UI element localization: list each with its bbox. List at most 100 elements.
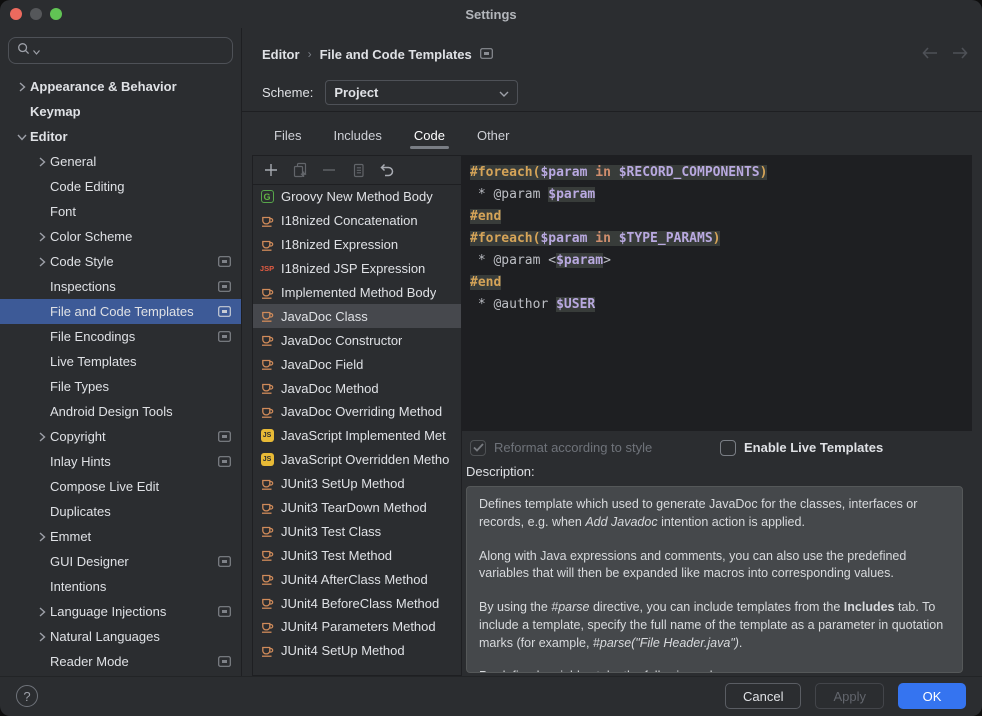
monitor-icon xyxy=(480,47,493,62)
template-item-label: JUnit3 TearDown Method xyxy=(281,500,427,515)
template-item-junit4-setup-method[interactable]: JUnit4 SetUp Method xyxy=(253,639,461,663)
code-line: #foreach($param in $RECORD_COMPONENTS) xyxy=(470,162,963,184)
java-class-icon xyxy=(259,381,275,395)
javascript-icon: JS xyxy=(259,429,275,442)
remove-icon[interactable] xyxy=(321,162,337,178)
groovy-icon: G xyxy=(259,190,275,203)
enable-live-templates-checkbox[interactable]: Enable Live Templates xyxy=(720,440,883,456)
tab-code[interactable]: Code xyxy=(402,120,457,153)
scheme-value: Project xyxy=(334,85,499,100)
reset-icon[interactable] xyxy=(379,162,395,178)
sidebar-item-code-editing[interactable]: Code Editing xyxy=(0,174,241,199)
sidebar-item-label: Emmet xyxy=(50,529,231,544)
template-item-junit4-afterclass-method[interactable]: JUnit4 AfterClass Method xyxy=(253,567,461,591)
sidebar-item-emmet[interactable]: Emmet xyxy=(0,524,241,549)
sidebar-item-duplicates[interactable]: Duplicates xyxy=(0,499,241,524)
sidebar-item-natural-languages[interactable]: Natural Languages xyxy=(0,624,241,649)
template-item-junit3-teardown-method[interactable]: JUnit3 TearDown Method xyxy=(253,496,461,520)
template-item-javascript-implemented-met[interactable]: JSJavaScript Implemented Met xyxy=(253,424,461,448)
chevron-right-icon[interactable] xyxy=(14,82,30,92)
sidebar-item-intentions[interactable]: Intentions xyxy=(0,574,241,599)
sidebar-item-file-and-code-templates[interactable]: File and Code Templates xyxy=(0,299,241,324)
sidebar-item-inlay-hints[interactable]: Inlay Hints xyxy=(0,449,241,474)
chevron-down-icon[interactable] xyxy=(14,133,30,141)
back-icon[interactable] xyxy=(922,47,938,62)
footer-bar: ? CancelApplyOK xyxy=(0,676,982,715)
java-class-icon xyxy=(259,405,275,419)
sidebar-item-color-scheme[interactable]: Color Scheme xyxy=(0,224,241,249)
template-item-label: JUnit3 Test Class xyxy=(281,524,381,539)
template-item-junit3-setup-method[interactable]: JUnit3 SetUp Method xyxy=(253,472,461,496)
sidebar-item-android-design-tools[interactable]: Android Design Tools xyxy=(0,399,241,424)
ok-button[interactable]: OK xyxy=(898,683,966,709)
sidebar-item-inspections[interactable]: Inspections xyxy=(0,274,241,299)
scheme-select[interactable]: Project xyxy=(325,80,518,105)
sidebar-item-reader-mode[interactable]: Reader Mode xyxy=(0,649,241,674)
template-item-i18nized-expression[interactable]: I18nized Expression xyxy=(253,233,461,257)
search-input[interactable] xyxy=(8,37,233,64)
template-item-javadoc-method[interactable]: JavaDoc Method xyxy=(253,376,461,400)
chevron-right-icon[interactable] xyxy=(34,532,50,542)
template-item-junit4-parameters-method[interactable]: JUnit4 Parameters Method xyxy=(253,615,461,639)
java-class-icon xyxy=(259,286,275,300)
template-item-javadoc-overriding-method[interactable]: JavaDoc Overriding Method xyxy=(253,400,461,424)
tab-other[interactable]: Other xyxy=(465,120,522,153)
template-item-i18nized-concatenation[interactable]: I18nized Concatenation xyxy=(253,209,461,233)
enable-live-templates-label: Enable Live Templates xyxy=(744,440,883,455)
sidebar-item-live-templates[interactable]: Live Templates xyxy=(0,349,241,374)
chevron-right-icon[interactable] xyxy=(34,257,50,267)
java-class-icon xyxy=(259,572,275,586)
chevron-right-icon[interactable] xyxy=(34,632,50,642)
sidebar-item-compose-live-edit[interactable]: Compose Live Edit xyxy=(0,474,241,499)
sidebar-item-general[interactable]: General xyxy=(0,149,241,174)
code-line: #end xyxy=(470,272,963,294)
chevron-right-icon[interactable] xyxy=(34,232,50,242)
code-line: * @author $USER xyxy=(470,294,963,316)
template-item-javadoc-class[interactable]: JavaDoc Class xyxy=(253,304,461,328)
cancel-button[interactable]: Cancel xyxy=(725,683,801,709)
scheme-label: Scheme: xyxy=(262,85,313,100)
template-list: GGroovy New Method BodyI18nized Concaten… xyxy=(253,185,461,675)
template-item-javadoc-field[interactable]: JavaDoc Field xyxy=(253,352,461,376)
template-item-i18nized-jsp-expression[interactable]: JSPI18nized JSP Expression xyxy=(253,257,461,281)
monitor-icon xyxy=(218,456,231,467)
breadcrumb-editor[interactable]: Editor xyxy=(262,47,300,62)
template-item-junit3-test-method[interactable]: JUnit3 Test Method xyxy=(253,543,461,567)
sidebar-item-editor[interactable]: Editor xyxy=(0,124,241,149)
template-code-editor[interactable]: #foreach($param in $RECORD_COMPONENTS) *… xyxy=(462,155,972,431)
sidebar-item-label: Font xyxy=(50,204,231,219)
forward-icon[interactable] xyxy=(952,47,968,62)
java-class-icon xyxy=(259,238,275,252)
sidebar-item-font[interactable]: Font xyxy=(0,199,241,224)
tab-includes[interactable]: Includes xyxy=(321,120,393,153)
java-class-icon xyxy=(259,644,275,658)
sidebar-item-label: Reader Mode xyxy=(50,654,212,669)
template-item-javadoc-constructor[interactable]: JavaDoc Constructor xyxy=(253,328,461,352)
template-item-junit4-beforeclass-method[interactable]: JUnit4 BeforeClass Method xyxy=(253,591,461,615)
chevron-right-icon[interactable] xyxy=(34,432,50,442)
copy-template-icon[interactable] xyxy=(292,162,308,178)
chevron-right-icon[interactable] xyxy=(34,607,50,617)
template-item-groovy-new-method-body[interactable]: GGroovy New Method Body xyxy=(253,185,461,209)
template-item-junit3-test-class[interactable]: JUnit3 Test Class xyxy=(253,519,461,543)
settings-tree: Appearance & BehaviorKeymapEditor General… xyxy=(0,70,241,676)
template-item-javascript-overridden-metho[interactable]: JSJavaScript Overridden Metho xyxy=(253,448,461,472)
tab-files[interactable]: Files xyxy=(262,120,313,153)
sidebar-item-language-injections[interactable]: Language Injections xyxy=(0,599,241,624)
sidebar-item-file-encodings[interactable]: File Encodings xyxy=(0,324,241,349)
duplicate-icon[interactable] xyxy=(350,162,366,178)
sidebar-item-copyright[interactable]: Copyright xyxy=(0,424,241,449)
template-item-label: JUnit4 SetUp Method xyxy=(281,643,405,658)
help-button[interactable]: ? xyxy=(16,685,38,707)
add-icon[interactable] xyxy=(263,162,279,178)
scheme-row: Scheme: Project xyxy=(242,74,982,112)
sidebar-item-label: General xyxy=(50,154,231,169)
sidebar-item-keymap[interactable]: Keymap xyxy=(0,99,241,124)
template-item-implemented-method-body[interactable]: Implemented Method Body xyxy=(253,281,461,305)
sidebar-item-file-types[interactable]: File Types xyxy=(0,374,241,399)
chevron-right-icon[interactable] xyxy=(34,157,50,167)
java-class-icon xyxy=(259,357,275,371)
sidebar-item-code-style[interactable]: Code Style xyxy=(0,249,241,274)
sidebar-item-appearance-behavior[interactable]: Appearance & Behavior xyxy=(0,74,241,99)
sidebar-item-gui-designer[interactable]: GUI Designer xyxy=(0,549,241,574)
